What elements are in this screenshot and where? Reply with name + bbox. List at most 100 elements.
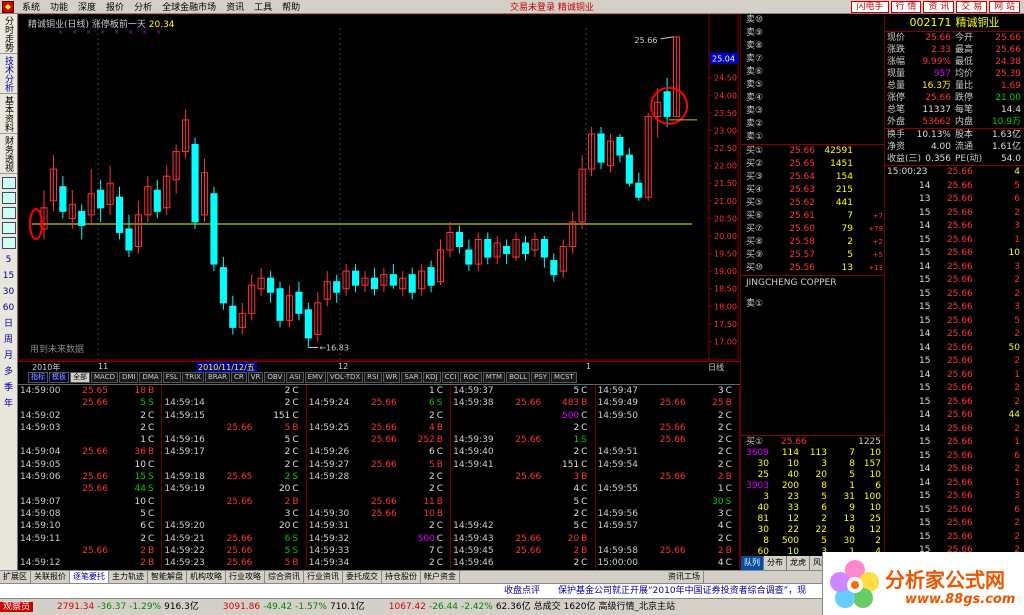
period-year[interactable]: 年 (0, 396, 17, 412)
buy-level: 买⑩ 25.56 13 +13 (741, 262, 884, 275)
zoom-icon[interactable] (2, 177, 16, 189)
indicator-tab-cci[interactable]: CCI (441, 372, 460, 383)
index-value: -26.44 (428, 602, 458, 612)
indicator-tab-wr[interactable]: WR (382, 372, 401, 383)
realtime-volume: 2 (1014, 396, 1020, 407)
indicator-tab-trix[interactable]: TRIX (181, 372, 204, 383)
kline-svg[interactable]: × × × × × × × × 25.04 24.50 24.00 23.50 23.00 22.50 22… (18, 14, 740, 361)
bottom-tab[interactable]: 综合资讯 (265, 571, 304, 583)
indicator-tab-brar[interactable]: BRAR (204, 372, 230, 383)
realtime-tick-row: 14 25.66 1 (885, 477, 1024, 491)
orderbook-tab[interactable]: 龙虎 (787, 556, 810, 570)
index-name[interactable]: 创业 (368, 602, 386, 612)
tick-time: 14:59:39 (453, 435, 494, 446)
trade-button[interactable]: 交 易 (956, 1, 988, 13)
period-30[interactable]: 30 (0, 284, 17, 300)
period-day[interactable]: 日 (0, 316, 17, 332)
indicator-tab-vol-tdx[interactable]: VOL-TDX (326, 372, 364, 383)
tab-intraday[interactable]: 分时走势 (0, 14, 17, 54)
period-60[interactable]: 60 (0, 300, 17, 316)
indicator-tab-vr[interactable]: VR (247, 372, 264, 383)
indicator-tab-指标[interactable]: 指标 (28, 372, 48, 383)
indicator-tab-cr[interactable]: CR (231, 372, 247, 383)
bottom-tab-news-workshop[interactable]: 资讯工场 (665, 571, 704, 583)
menu-item-help[interactable]: 帮助 (277, 0, 305, 13)
indicator-tab-rsi[interactable]: RSI (364, 372, 382, 383)
menu-item-tools[interactable]: 工具 (249, 0, 277, 13)
bottom-tab[interactable]: 智能解盘 (148, 571, 187, 583)
tick-side: B (292, 558, 299, 569)
period-week[interactable]: 周 (0, 332, 17, 348)
tick-column: 1 C 14:59:24 25.66 6 S 2 C 14:59:25 25.66 4 B 25.66 2… (307, 385, 452, 569)
indicator-tab-emv[interactable]: EMV (304, 372, 326, 383)
menu-item-analysis[interactable]: 分析 (129, 0, 157, 13)
buy-level-price: 25.57 (789, 250, 815, 260)
kline-chart[interactable]: × × × × × × × × 25.04 24.50 24.00 23.50 23.00 22.50 22… (18, 14, 740, 372)
tick-volume: 2 (429, 558, 435, 569)
indicator-tab-dmi[interactable]: DMI (118, 372, 139, 383)
menu-item-global-market[interactable]: 全球金融市场 (157, 0, 221, 13)
tick-row: 2C (307, 410, 450, 422)
period-month[interactable]: 月 (0, 348, 17, 364)
indicator-tab-mcst[interactable]: MCST (551, 372, 577, 383)
bottom-tab[interactable]: 主力轨迹 (109, 571, 148, 583)
candle-body (304, 309, 312, 339)
bottom-tab[interactable]: 机构攻略 (187, 571, 226, 583)
indicator-tab-psy[interactable]: PSY (531, 372, 551, 383)
indicator-tab-mtm[interactable]: MTM (482, 372, 506, 383)
indicator-tab-模板[interactable]: 模板 (49, 372, 69, 383)
bottom-tab[interactable]: 扩展区 (0, 571, 31, 583)
compare-icon[interactable] (2, 207, 16, 219)
period-15[interactable]: 15 (0, 268, 17, 284)
tick-volume: 2 (429, 521, 435, 532)
bottom-tab[interactable]: 行业资讯 (304, 571, 343, 583)
indicator-tab-kdj[interactable]: KDJ (422, 372, 441, 383)
index-name[interactable]: 沪深 (202, 602, 220, 612)
menu-item-function[interactable]: 功能 (45, 0, 73, 13)
tab-basic-info[interactable]: 基本资料 (0, 94, 17, 134)
period-5[interactable]: 5 (0, 252, 17, 268)
bottom-tab[interactable]: 行业攻略 (226, 571, 265, 583)
menu-item-system[interactable]: 系统 (17, 0, 45, 13)
indicator-tab-fsl[interactable]: FSL (162, 372, 181, 383)
rsi-icon[interactable] (2, 192, 16, 204)
menu-item-depth[interactable]: 深度 (73, 0, 101, 13)
orderbook-tab[interactable]: 分布 (764, 556, 787, 570)
indicator-tab-roc[interactable]: ROC (460, 372, 482, 383)
menu-item-quote[interactable]: 报价 (101, 0, 129, 13)
indicator-tab-sar[interactable]: SAR (401, 372, 422, 383)
menu-item-news[interactable]: 资讯 (221, 0, 249, 13)
info-left[interactable]: 收盘点评 (504, 584, 540, 598)
website-button[interactable]: 网 站 (989, 1, 1020, 13)
tick-side: B (148, 558, 155, 569)
tab-financial[interactable]: 财务透视 (0, 134, 17, 174)
pen-icon[interactable] (2, 222, 16, 234)
indicator-tab-asi[interactable]: ASI (286, 372, 304, 383)
indicator-tab-dma[interactable]: DMA (139, 372, 162, 383)
period-season[interactable]: 季 (0, 380, 17, 396)
queue-volume: 40 (787, 470, 799, 480)
indicator-tab-macd[interactable]: MACD (91, 372, 118, 383)
tick-price: 25.66 (371, 459, 397, 470)
tab-technical[interactable]: 技术分析 (0, 54, 17, 94)
bottom-tab[interactable]: 帐户资金 (421, 571, 460, 583)
indicator-tab-全部[interactable]: 全部 (70, 372, 90, 383)
tick-price: 25.65 (82, 386, 108, 396)
bottom-tab[interactable]: 委托成交 (343, 571, 382, 583)
info-right[interactable]: 保护基金公司就正开展“2010年中国证券投资者综合调查”，现 (558, 584, 806, 598)
bottom-tab[interactable]: 逐笔要托 (70, 571, 109, 583)
news-button[interactable]: 资 讯 (923, 1, 955, 13)
market-button[interactable]: 行 情 (890, 1, 922, 13)
indicator-tab-boll[interactable]: BOLL (506, 372, 531, 383)
period-multi[interactable]: 多 (0, 364, 17, 380)
bottom-tab[interactable]: 持仓股份 (382, 571, 421, 583)
index-name[interactable]: 上证 (36, 602, 54, 612)
fs-icon[interactable] (2, 237, 16, 249)
orderbook-tab[interactable]: 队列 (741, 556, 764, 570)
realtime-volume: 2 (1014, 518, 1020, 528)
tick-row: 30 S (596, 496, 739, 508)
sell-level-label: 卖⑧ (746, 41, 764, 51)
indicator-tab-obv[interactable]: OBV (264, 372, 286, 383)
bottom-tab[interactable]: 关联报价 (31, 571, 70, 583)
flash-trade-button[interactable]: 闪电手 (851, 1, 889, 13)
